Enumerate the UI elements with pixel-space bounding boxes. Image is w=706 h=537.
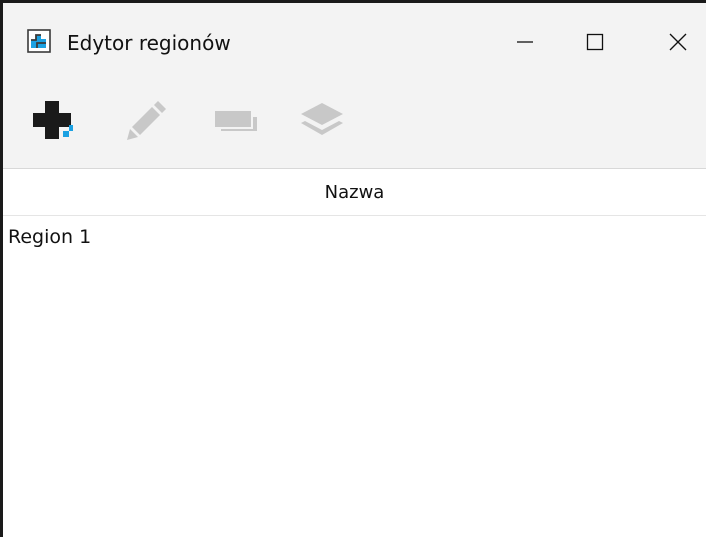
add-plus-icon (33, 101, 73, 139)
region-editor-app-icon (27, 29, 51, 53)
maximize-icon (586, 33, 604, 51)
list-item[interactable]: Region 1 (3, 216, 706, 258)
add-region-button[interactable] (25, 93, 81, 145)
region-name: Region 1 (8, 226, 92, 248)
duplicate-region-button[interactable] (208, 93, 264, 145)
region-list: Nazwa Region 1 (3, 169, 706, 537)
layers-button[interactable] (294, 93, 350, 145)
close-icon (669, 33, 687, 51)
column-header-label: Nazwa (324, 181, 385, 203)
region-editor-window: Edytor regionów Nazwa Region 1 (0, 0, 706, 537)
duplicate-icon (215, 111, 257, 131)
layers-icon (301, 103, 343, 135)
toolbar (3, 83, 706, 169)
pencil-icon (127, 101, 166, 140)
minimize-icon (517, 41, 533, 43)
title-bar[interactable]: Edytor regionów (3, 3, 706, 83)
window-title: Edytor regionów (67, 31, 231, 55)
minimize-button[interactable] (494, 17, 556, 67)
region-rows: Region 1 (3, 216, 706, 258)
column-header-name[interactable]: Nazwa (3, 169, 706, 216)
close-button[interactable] (647, 17, 706, 67)
maximize-button[interactable] (564, 17, 626, 67)
edit-region-button[interactable] (118, 93, 174, 145)
